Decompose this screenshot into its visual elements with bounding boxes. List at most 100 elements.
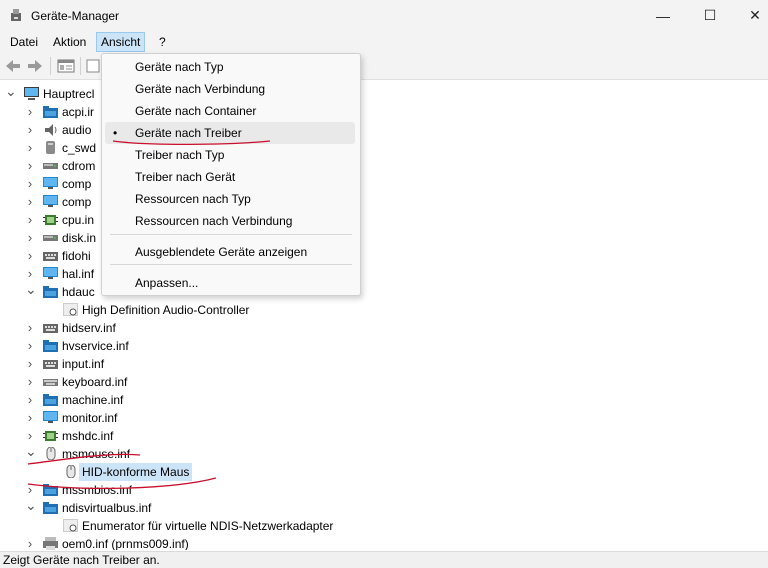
tree-item-label: msmouse.inf <box>62 447 131 461</box>
hid-icon <box>43 324 58 333</box>
forward-arrow-icon[interactable] <box>26 58 44 74</box>
ansicht-dropdown-menu: Geräte nach Typ Geräte nach Verbindung Ger… <box>101 53 361 296</box>
expand-chevron-icon[interactable]: › <box>25 211 35 229</box>
menu-item-label: Treiber nach Typ <box>135 148 225 162</box>
menu-aktion[interactable]: Aktion <box>49 32 90 52</box>
menu-item-label: Geräte nach Verbindung <box>135 82 266 96</box>
maximize-button[interactable]: ☐ <box>687 0 733 31</box>
tree-item-label: mshdc.inf <box>62 429 114 443</box>
menu-help[interactable]: ? <box>155 32 170 52</box>
monitor-icon <box>43 177 58 189</box>
menu-item-label: Geräte nach Container <box>135 104 257 118</box>
menu-item-ressourcen-nach-typ[interactable]: Ressourcen nach Typ <box>105 188 355 210</box>
expand-chevron-icon[interactable]: › <box>25 373 35 391</box>
collapse-chevron-icon[interactable]: ⌄ <box>5 84 17 103</box>
collapse-chevron-icon[interactable]: ⌄ <box>25 444 37 463</box>
menu-item-ausgeblendete-geräte-anzeigen[interactable]: Ausgeblendete Geräte anzeigen <box>105 241 355 263</box>
device-icon <box>63 519 78 532</box>
properties-icon[interactable] <box>57 58 75 74</box>
tree-item-label: oem0.inf (prnms009.inf) <box>62 537 189 550</box>
expand-chevron-icon[interactable]: › <box>25 193 35 211</box>
expand-chevron-icon[interactable]: › <box>25 175 35 193</box>
tree-item-label: monitor.inf <box>62 411 118 425</box>
menu-item-treiber-nach-typ[interactable]: Treiber nach Typ <box>105 144 355 166</box>
expand-chevron-icon[interactable]: › <box>25 409 35 427</box>
tree-child-item[interactable]: Enumerator für virtuelle NDIS-Netzwerkad… <box>0 517 768 535</box>
tree-child-item[interactable]: High Definition Audio-Controller <box>0 301 768 319</box>
menu-item-label: Treiber nach Gerät <box>135 170 236 184</box>
menu-item-geräte-nach-treiber[interactable]: • Geräte nach Treiber <box>105 122 355 144</box>
tree-item-label: Hauptrecl <box>43 87 95 101</box>
tree-item[interactable]: › mshdc.inf <box>0 427 768 445</box>
folder-icon <box>43 106 58 118</box>
menu-separator <box>110 264 352 265</box>
menu-item-treiber-nach-gerät[interactable]: Treiber nach Gerät <box>105 166 355 188</box>
tree-item[interactable]: › hvservice.inf <box>0 337 768 355</box>
expand-chevron-icon[interactable]: › <box>25 103 35 121</box>
collapse-chevron-icon[interactable]: ⌄ <box>25 498 37 517</box>
monitor-icon <box>43 411 58 423</box>
tree-item[interactable]: › input.inf <box>0 355 768 373</box>
expand-chevron-icon[interactable]: › <box>25 121 35 139</box>
tree-item-label: hvservice.inf <box>62 339 129 353</box>
menu-item-geräte-nach-typ[interactable]: Geräte nach Typ <box>105 56 355 78</box>
tree-item[interactable]: › monitor.inf <box>0 409 768 427</box>
menu-ansicht[interactable]: Ansicht <box>96 32 146 52</box>
toolbar-separator <box>50 57 51 75</box>
expand-chevron-icon[interactable]: › <box>25 157 35 175</box>
folder-icon <box>43 484 58 496</box>
tree-item[interactable]: ⌄ msmouse.inf <box>0 444 768 463</box>
tree-item-label: mssmbios.inf <box>62 483 133 497</box>
keyboard-icon <box>43 379 58 386</box>
menu-item-geräte-nach-container[interactable]: Geräte nach Container <box>105 100 355 122</box>
tree-item[interactable]: › mssmbios.inf <box>0 481 768 499</box>
expand-chevron-icon[interactable]: › <box>25 229 35 247</box>
printer-icon <box>43 537 58 550</box>
tree-child-item[interactable]: HID-konforme Maus <box>0 463 768 481</box>
tree-item-label: hidserv.inf <box>62 321 116 335</box>
device-icon <box>63 303 78 316</box>
tree-item-label: audio <box>62 123 92 137</box>
expand-chevron-icon[interactable]: › <box>25 319 35 337</box>
device-manager-app-icon <box>11 9 21 21</box>
tree-item[interactable]: › oem0.inf (prnms009.inf) <box>0 535 768 550</box>
storage-icon <box>46 141 55 154</box>
tree-item-label: input.inf <box>62 357 105 371</box>
tree-item-label: acpi.ir <box>62 105 95 119</box>
tree-item-label: HID-konforme Maus <box>79 463 193 481</box>
tree-item-label: disk.in <box>62 231 97 245</box>
menu-item-label: Geräte nach Treiber <box>135 126 242 140</box>
expand-chevron-icon[interactable]: › <box>25 391 35 409</box>
tree-item-label: comp <box>62 177 92 191</box>
menu-item-ressourcen-nach-verbindung[interactable]: Ressourcen nach Verbindung <box>105 210 355 232</box>
close-button[interactable]: ✕ <box>732 0 768 31</box>
tree-item[interactable]: ⌄ ndisvirtualbus.inf <box>0 498 768 517</box>
minimize-button[interactable]: — <box>640 0 686 31</box>
chip-icon <box>43 215 58 225</box>
tree-item[interactable]: › keyboard.inf <box>0 373 768 391</box>
tree-item[interactable]: › hidserv.inf <box>0 319 768 337</box>
folder-icon <box>43 394 58 406</box>
expand-chevron-icon[interactable]: › <box>25 337 35 355</box>
menu-item-anpassen[interactable]: Anpassen... <box>105 272 355 294</box>
menu-item-label: Ausgeblendete Geräte anzeigen <box>135 245 308 259</box>
expand-chevron-icon[interactable]: › <box>25 139 35 157</box>
tree-item-label: fidohi <box>62 249 91 263</box>
expand-chevron-icon[interactable]: › <box>25 535 35 550</box>
tree-item[interactable]: › machine.inf <box>0 391 768 409</box>
tree-item-label: Enumerator für virtuelle NDIS-Netzwerkad… <box>82 519 334 533</box>
collapse-chevron-icon[interactable]: ⌄ <box>25 282 37 301</box>
drive-icon <box>43 235 58 241</box>
menu-separator <box>110 234 352 235</box>
tree-item-label: hdauc <box>62 285 95 299</box>
view-icon[interactable] <box>86 58 100 74</box>
menu-datei[interactable]: Datei <box>6 32 42 52</box>
tree-item-label: High Definition Audio-Controller <box>82 303 250 317</box>
expand-chevron-icon[interactable]: › <box>25 247 35 265</box>
expand-chevron-icon[interactable]: › <box>25 355 35 373</box>
menu-item-geräte-nach-verbindung[interactable]: Geräte nach Verbindung <box>105 78 355 100</box>
mouse-icon <box>46 447 56 460</box>
tree-item-label: machine.inf <box>62 393 124 407</box>
back-arrow-icon[interactable] <box>4 58 22 74</box>
computer-icon <box>24 87 39 100</box>
